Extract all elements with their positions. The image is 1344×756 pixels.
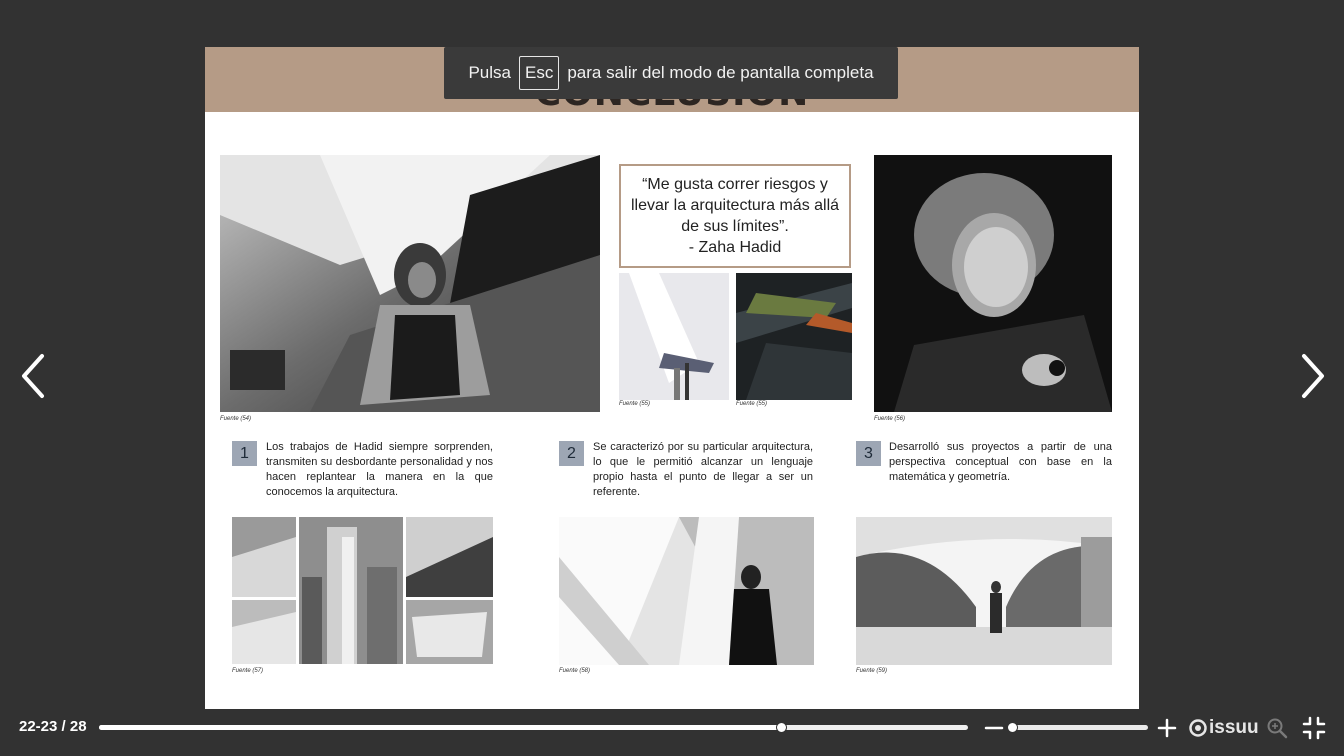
quote-line-3: de sus límites”. <box>681 218 789 235</box>
exit-fullscreen-icon <box>1302 716 1326 740</box>
quote-author: - Zaha Hadid <box>688 239 782 256</box>
zoom-in-icon <box>1157 718 1177 738</box>
next-page-button[interactable] <box>1292 346 1332 406</box>
photo-hadid-stairs <box>559 517 814 665</box>
chevron-left-icon <box>22 354 44 398</box>
point-text-3: Desarrolló sus proyectos a partir de una… <box>889 441 1112 483</box>
progress-fill <box>99 725 782 730</box>
toast-message: para salir del modo de pantalla completa <box>567 63 874 82</box>
photo-collage <box>232 517 493 664</box>
issuu-logo[interactable]: issuu <box>1189 717 1259 739</box>
issuu-logo-icon <box>1189 719 1207 737</box>
page-progress-slider[interactable] <box>99 722 968 733</box>
zoom-out-button[interactable] <box>983 717 1005 739</box>
quote-line-1: “Me gusta correr riesgos y <box>642 176 828 193</box>
credit-57: Fuente (57) <box>232 668 264 674</box>
page-indicator: 22-23 / 28 <box>19 718 87 735</box>
zoom-in-button[interactable] <box>1156 717 1178 739</box>
chevron-right-icon <box>1302 354 1324 398</box>
zoom-magnifier-button[interactable] <box>1266 717 1288 739</box>
credit-55b: Fuente (55) <box>736 401 768 407</box>
issuu-logo-text: issuu <box>1209 717 1259 738</box>
point-number-1: 1 <box>232 441 257 466</box>
photo-hadid-portrait <box>874 155 1112 412</box>
photo-render-dark <box>736 273 852 400</box>
toast-prefix: Pulsa <box>468 63 511 82</box>
point-text-2: Se caracterizó por su particular arquite… <box>593 441 813 498</box>
exit-fullscreen-button[interactable] <box>1302 716 1326 740</box>
zoom-thumb[interactable] <box>1007 722 1018 733</box>
credit-55a: Fuente (55) <box>619 401 651 407</box>
progress-thumb[interactable] <box>776 722 788 733</box>
point-number-3: 3 <box>856 441 881 466</box>
zoom-out-icon <box>984 726 1004 730</box>
credit-59: Fuente (59) <box>856 668 888 674</box>
previous-page-button[interactable] <box>14 346 54 406</box>
zoom-slider[interactable] <box>1007 722 1148 733</box>
esc-key-label: Esc <box>519 56 560 90</box>
credit-58: Fuente (58) <box>559 668 591 674</box>
credit-54: Fuente (54) <box>220 416 252 422</box>
point-number-2: 2 <box>559 441 584 466</box>
fullscreen-toast: Pulsa Esc para salir del modo de pantall… <box>444 47 898 99</box>
credit-56: Fuente (56) <box>874 416 906 422</box>
magazine-spread: CONCLUSIÓN Fuente (54) “Me gusta correr … <box>205 47 1139 709</box>
quote-box: “Me gusta correr riesgos y llevar la arq… <box>619 164 851 268</box>
point-text-1: Los trabajos de Hadid siempre sorprenden… <box>266 441 493 498</box>
quote-line-2: llevar la arquitectura más allá <box>630 197 840 214</box>
photo-hadid-seated <box>220 155 600 412</box>
photo-hadid-pavilion <box>856 517 1112 665</box>
photo-building-model <box>619 273 729 400</box>
magnifier-icon <box>1267 718 1288 739</box>
